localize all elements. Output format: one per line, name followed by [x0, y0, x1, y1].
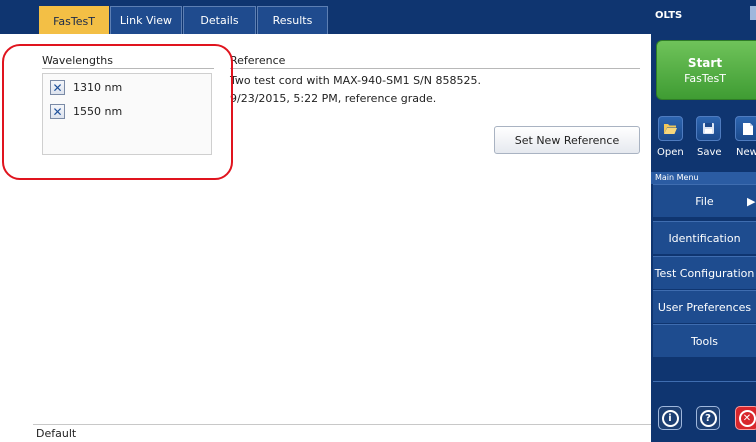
panel-corner-icon [750, 6, 756, 20]
wavelength-label: 1310 nm [73, 81, 123, 94]
folder-open-icon [664, 124, 677, 134]
wavelengths-list: ✕ 1310 nm ✕ 1550 nm [42, 73, 212, 155]
new-button[interactable] [735, 116, 756, 141]
start-fastest-button[interactable]: Start FasTesT [656, 40, 756, 100]
reference-title: Reference [230, 54, 286, 67]
save-label: Save [697, 147, 722, 158]
tab-details[interactable]: Details [183, 6, 256, 34]
reference-description: Two test cord with MAX-940-SM1 S/N 85852… [230, 74, 481, 87]
reference-divider [230, 68, 640, 69]
menu-item-user-preferences[interactable]: User Preferences [653, 290, 756, 323]
menu-item-test-configuration[interactable]: Test Configuration [653, 256, 756, 289]
status-text: Default [36, 427, 77, 440]
wavelengths-divider [42, 68, 214, 69]
info-button[interactable]: i [658, 406, 682, 430]
menu-item-label: Identification [668, 231, 741, 245]
wavelength-label: 1550 nm [73, 105, 123, 118]
new-document-icon [742, 122, 753, 135]
menu-item-identification[interactable]: Identification [653, 221, 756, 254]
checked-checkbox-icon[interactable]: ✕ [50, 104, 65, 119]
menu-item-label: Test Configuration [654, 266, 755, 280]
menu-item-file[interactable]: File ▶ [653, 184, 756, 217]
main-menu-header: Main Menu [651, 172, 756, 184]
menu-item-tools[interactable]: Tools [653, 324, 756, 357]
menu-item-label: File [695, 194, 714, 208]
wavelength-1550[interactable]: ✕ 1550 nm [50, 104, 122, 119]
tab-fastest[interactable]: FasTesT [39, 6, 109, 36]
menu-item-label: User Preferences [657, 300, 752, 314]
save-button[interactable] [696, 116, 721, 141]
app-title: OLTS [655, 10, 683, 21]
tab-link-view[interactable]: Link View [110, 6, 182, 34]
start-label: Start [687, 56, 723, 70]
help-icon: ? [699, 409, 717, 427]
status-bar: Default [33, 424, 651, 442]
side-panel: OLTS Start FasTesT Open Save New Main Me… [651, 0, 756, 442]
submenu-arrow-icon: ▶ [747, 195, 756, 208]
open-button[interactable] [658, 116, 683, 141]
left-margin [0, 34, 33, 442]
wavelength-1310[interactable]: ✕ 1310 nm [50, 80, 122, 95]
open-label: Open [657, 147, 684, 158]
menu-item-label: Tools [690, 334, 719, 348]
start-sublabel: FasTesT [684, 72, 726, 85]
tab-bar: FasTesT Link View Details Results [0, 0, 651, 36]
wavelengths-title: Wavelengths [42, 54, 113, 67]
checked-checkbox-icon[interactable]: ✕ [50, 80, 65, 95]
info-icon: i [661, 409, 679, 427]
set-new-reference-button[interactable]: Set New Reference [494, 126, 640, 154]
exit-button[interactable]: ✕ [735, 406, 756, 430]
reference-timestamp: 9/23/2015, 5:22 PM, reference grade. [230, 92, 437, 105]
help-button[interactable]: ? [696, 406, 720, 430]
menu-divider [653, 381, 756, 382]
close-icon: ✕ [738, 409, 756, 427]
tab-results[interactable]: Results [257, 6, 328, 34]
new-label: New [736, 147, 756, 158]
floppy-disk-icon [703, 123, 714, 134]
